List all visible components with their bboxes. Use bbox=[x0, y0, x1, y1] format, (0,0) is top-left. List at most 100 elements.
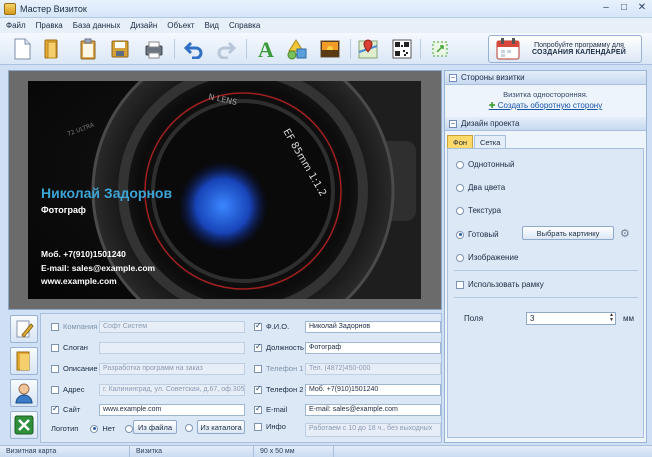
qr-code-icon[interactable] bbox=[390, 37, 414, 61]
crop-icon[interactable] bbox=[428, 37, 452, 61]
sides-note: Визитка односторонняя. bbox=[503, 90, 588, 99]
clipboard-icon[interactable] bbox=[76, 37, 100, 61]
create-back-side-link[interactable]: ✚ Создать оборотную сторону bbox=[445, 101, 646, 110]
card-email[interactable]: E-mail: sales@example.com bbox=[41, 263, 155, 273]
fullname-checkbox[interactable] bbox=[254, 321, 262, 331]
new-document-icon[interactable] bbox=[10, 37, 34, 61]
svg-text:A: A bbox=[258, 38, 274, 60]
fullname-row: Ф.И.О. bbox=[254, 321, 289, 331]
menu-help[interactable]: Справка bbox=[229, 21, 260, 30]
settings-gear-icon[interactable]: ⚙ bbox=[620, 227, 630, 240]
card-person-name[interactable]: Николай Задорнов bbox=[41, 185, 172, 201]
phone2-row: Телефон 2 bbox=[254, 384, 303, 394]
promo-calendar-button[interactable]: Попробуйте программу для СОЗДАНИЯ КАЛЕНД… bbox=[488, 35, 642, 63]
design-section-header[interactable]: – Дизайн проекта bbox=[445, 117, 646, 131]
contacts-button[interactable] bbox=[10, 379, 38, 407]
slogan-checkbox[interactable] bbox=[51, 343, 59, 352]
redo-icon[interactable] bbox=[214, 37, 238, 61]
phone1-field[interactable]: Тел. (4872)450-000 bbox=[305, 363, 441, 375]
logo-file-radio[interactable] bbox=[125, 424, 134, 433]
option-image[interactable]: Изображение bbox=[456, 253, 518, 262]
tab-background[interactable]: Фон bbox=[447, 135, 474, 149]
menu-edit[interactable]: Правка bbox=[36, 21, 63, 30]
fullname-field[interactable]: Николай Задорнов bbox=[305, 321, 441, 333]
print-icon[interactable] bbox=[142, 37, 166, 61]
background-tab-body: Однотонный Два цвета Текстура Готовый Вы… bbox=[447, 148, 644, 438]
menu-database[interactable]: База данных bbox=[73, 21, 121, 30]
sides-section-header[interactable]: – Стороны визитки bbox=[445, 71, 646, 85]
logo-from-catalog-button[interactable]: Из каталога bbox=[197, 420, 245, 434]
phone2-field[interactable]: Моб. +7(910)1501240 bbox=[305, 384, 441, 396]
margins-unit: мм bbox=[623, 314, 634, 323]
logo-none-radio[interactable] bbox=[90, 424, 99, 433]
card-phone[interactable]: Моб. +7(910)1501240 bbox=[41, 249, 126, 259]
option-two-colors[interactable]: Два цвета bbox=[456, 183, 505, 192]
card-website[interactable]: www.example.com bbox=[41, 276, 117, 286]
minimize-button[interactable]: – bbox=[600, 2, 612, 14]
position-checkbox[interactable] bbox=[254, 342, 262, 352]
close-button[interactable]: ✕ bbox=[636, 2, 648, 14]
collapse-icon[interactable]: – bbox=[449, 74, 457, 82]
excel-import-button[interactable] bbox=[10, 411, 38, 439]
design-tabs: Фон Сетка bbox=[447, 135, 507, 149]
company-field[interactable]: Софт Систем bbox=[99, 321, 245, 333]
choose-picture-button[interactable]: Выбрать картинку bbox=[522, 226, 614, 240]
menu-bar: Файл Правка База данных Дизайн Объект Ви… bbox=[0, 18, 652, 33]
stepper-arrows-icon[interactable]: ▲ ▼ bbox=[609, 313, 614, 323]
map-icon[interactable] bbox=[356, 37, 380, 61]
undo-icon[interactable] bbox=[182, 37, 206, 61]
position-field[interactable]: Фотограф bbox=[305, 342, 441, 354]
menu-view[interactable]: Вид bbox=[205, 21, 219, 30]
option-ready-made[interactable]: Готовый bbox=[456, 230, 499, 239]
save-icon[interactable] bbox=[108, 37, 132, 61]
image-icon[interactable] bbox=[318, 37, 342, 61]
company-checkbox[interactable] bbox=[51, 322, 59, 331]
menu-file[interactable]: Файл bbox=[6, 21, 26, 30]
slogan-field[interactable] bbox=[99, 342, 245, 354]
window-title: Мастер Визиток bbox=[20, 3, 87, 14]
use-frame-checkbox[interactable]: Использовать рамку bbox=[456, 280, 544, 289]
info-field[interactable]: Работаем с 10 до 18 ч., без выходных bbox=[305, 423, 441, 437]
address-field[interactable]: г. Калининград, ул. Советская, д.67, оф.… bbox=[99, 384, 245, 396]
email-field[interactable]: E-mail: sales@example.com bbox=[305, 404, 441, 416]
shapes-icon[interactable] bbox=[286, 37, 310, 61]
title-bar: Мастер Визиток – □ ✕ bbox=[0, 0, 652, 18]
info-row: Инфо bbox=[254, 422, 286, 431]
description-checkbox[interactable] bbox=[51, 364, 59, 373]
info-checkbox[interactable] bbox=[254, 422, 262, 431]
edit-text-button[interactable] bbox=[10, 315, 38, 343]
option-texture[interactable]: Текстура bbox=[456, 206, 501, 215]
address-book-icon bbox=[16, 351, 30, 371]
card-fields-form: Компания Софт Систем Слоган Описание Раз… bbox=[40, 313, 442, 443]
address-checkbox[interactable] bbox=[51, 385, 59, 394]
text-tool-icon[interactable]: A bbox=[254, 37, 278, 61]
open-folder-icon[interactable] bbox=[40, 37, 64, 61]
status-size: 90 x 50 мм bbox=[254, 446, 334, 457]
address-book-button[interactable] bbox=[10, 347, 38, 375]
card-position[interactable]: Фотограф bbox=[41, 205, 86, 215]
left-tools bbox=[8, 313, 38, 443]
calendar-icon bbox=[495, 37, 521, 61]
excel-icon bbox=[14, 415, 34, 435]
slogan-row: Слоган bbox=[51, 343, 88, 352]
site-row: Сайт bbox=[51, 404, 80, 414]
site-field[interactable]: www.example.com bbox=[99, 404, 245, 416]
business-card[interactable]: EOS EF 85mm 1:1.2 N LENS 72 ULTRA Никола… bbox=[28, 81, 421, 299]
phone1-checkbox[interactable] bbox=[254, 364, 262, 373]
tab-grid[interactable]: Сетка bbox=[474, 135, 507, 149]
menu-design[interactable]: Дизайн bbox=[130, 21, 157, 30]
menu-object[interactable]: Объект bbox=[167, 21, 194, 30]
maximize-button[interactable]: □ bbox=[618, 2, 630, 14]
email-checkbox[interactable] bbox=[254, 404, 262, 414]
collapse-icon[interactable]: – bbox=[449, 120, 457, 128]
margins-stepper[interactable]: 3 ▲ ▼ bbox=[526, 312, 616, 325]
status-card-type: Визитная карта bbox=[0, 446, 130, 457]
site-checkbox[interactable] bbox=[51, 404, 59, 414]
phone2-checkbox[interactable] bbox=[254, 384, 262, 394]
logo-from-file-button[interactable]: Из файла bbox=[133, 420, 177, 434]
option-solid[interactable]: Однотонный bbox=[456, 160, 514, 169]
phone1-row: Телефон 1 bbox=[254, 364, 303, 373]
logo-catalog-radio[interactable] bbox=[185, 424, 193, 432]
plus-icon: ✚ bbox=[488, 101, 496, 110]
description-field[interactable]: Разработка программ на заказ bbox=[99, 363, 245, 375]
